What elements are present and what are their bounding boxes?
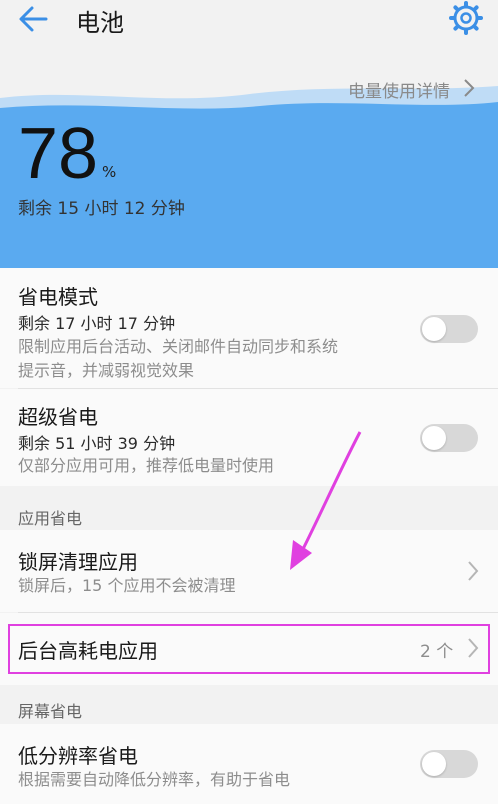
battery-percent: 78: [18, 114, 99, 194]
battery-level-panel: 电量使用详情 78 % 剩余 15 小时 12 分钟: [0, 48, 498, 268]
page-title: 电池: [76, 9, 124, 37]
section-header-app: 应用省电: [18, 509, 83, 528]
ultra-saving-desc: 仅部分应用可用，推荐低电量时使用: [18, 456, 275, 475]
battery-percent-unit: %: [102, 163, 117, 181]
power-saving-title: 省电模式: [18, 285, 98, 309]
ultra-power-saving-row[interactable]: 超级省电 剩余 51 小时 39 分钟 仅部分应用可用，推荐低电量时使用: [0, 389, 498, 486]
toggle-knob: [422, 317, 446, 341]
lockscreen-cleanup-row[interactable]: 锁屏清理应用 锁屏后，15 个应用不会被清理: [0, 530, 498, 612]
usage-details-link[interactable]: 电量使用详情: [348, 77, 450, 102]
lockscreen-cleanup-title: 锁屏清理应用: [18, 550, 138, 574]
power-saving-remaining: 剩余 17 小时 17 分钟: [18, 314, 176, 333]
ultra-saving-title: 超级省电: [18, 405, 98, 429]
back-arrow-icon[interactable]: [16, 4, 56, 34]
chevron-right-icon: [464, 79, 475, 97]
annotation-highlight-box: [8, 624, 490, 674]
toggle-knob: [422, 426, 446, 450]
app-header: 电池: [0, 0, 498, 48]
toggle-knob: [422, 752, 446, 776]
low-resolution-desc: 根据需要自动降低分辨率，有助于省电: [18, 770, 291, 789]
gear-icon[interactable]: [448, 0, 484, 36]
low-resolution-title: 低分辨率省电: [18, 744, 138, 768]
power-saving-mode-row[interactable]: 省电模式 剩余 17 小时 17 分钟 限制应用后台活动、关闭邮件自动同步和系统…: [0, 268, 498, 388]
lockscreen-cleanup-desc: 锁屏后，15 个应用不会被清理: [18, 576, 236, 595]
power-saving-toggle[interactable]: [420, 315, 478, 343]
ultra-saving-remaining: 剩余 51 小时 39 分钟: [18, 434, 176, 453]
power-saving-desc-line2: 提示音，并减弱视觉效果: [18, 361, 195, 380]
low-resolution-row[interactable]: 低分辨率省电 根据需要自动降低分辨率，有助于省电: [0, 724, 498, 804]
ultra-saving-toggle[interactable]: [420, 424, 478, 452]
chevron-right-icon: [468, 561, 479, 581]
low-resolution-toggle[interactable]: [420, 750, 478, 778]
battery-remaining-time: 剩余 15 小时 12 分钟: [18, 199, 185, 219]
section-header-screen: 屏幕省电: [18, 702, 83, 721]
power-saving-desc-line1: 限制应用后台活动、关闭邮件自动同步和系统: [18, 337, 339, 356]
